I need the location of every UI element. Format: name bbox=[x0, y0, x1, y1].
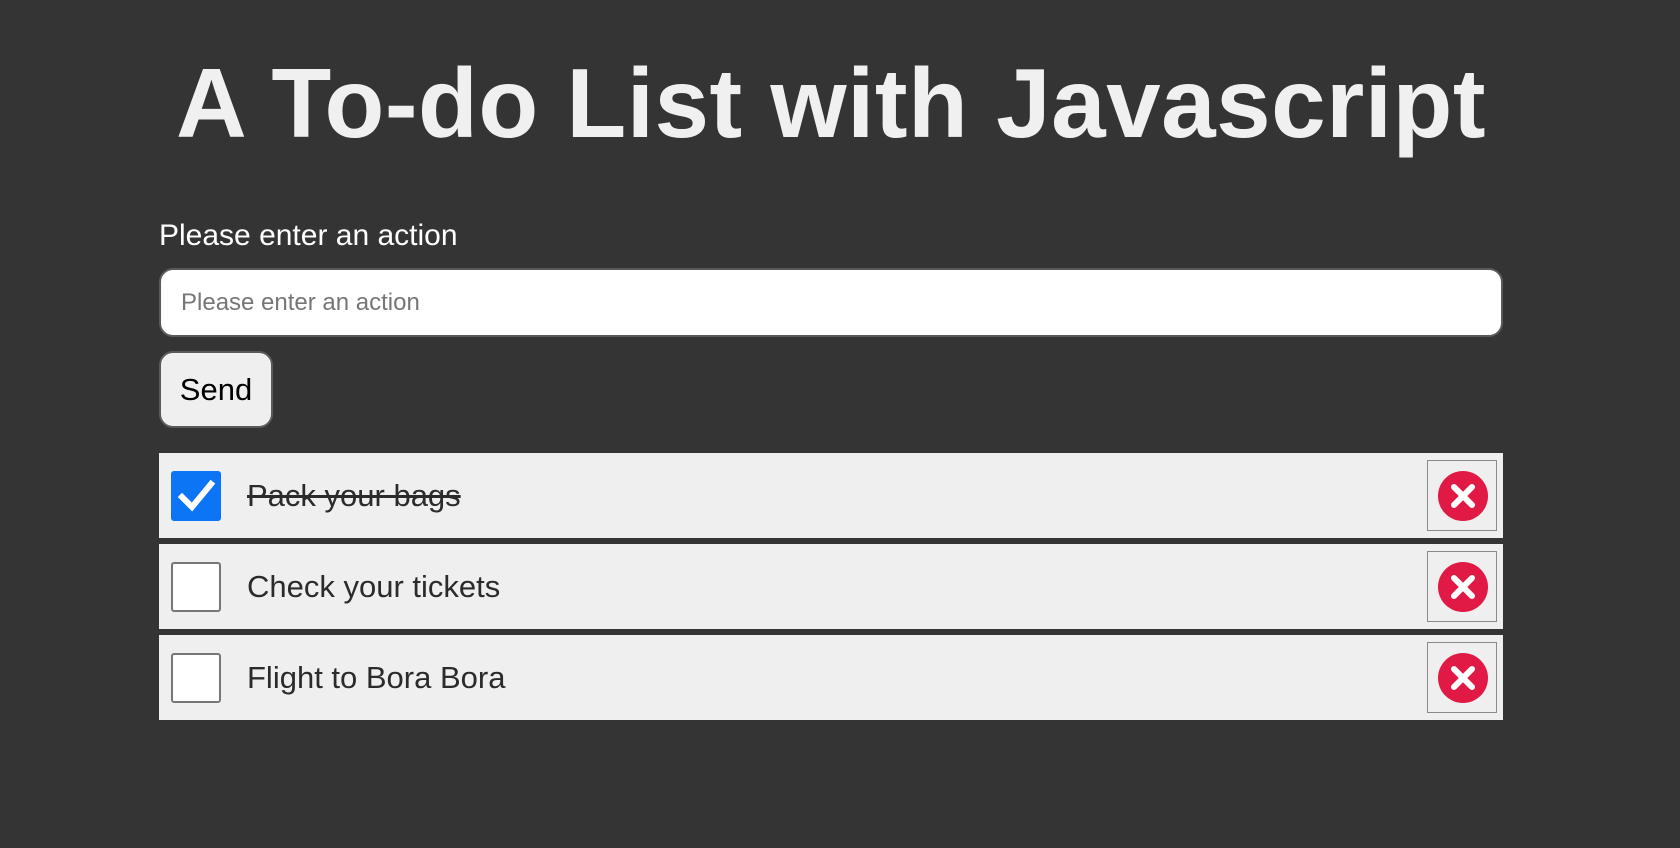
close-circle-icon bbox=[1438, 562, 1488, 612]
action-input-label: Please enter an action bbox=[159, 219, 458, 252]
send-button[interactable]: Send bbox=[159, 351, 273, 428]
todo-item: Pack your bags bbox=[159, 453, 1503, 538]
todo-text: Check your tickets bbox=[247, 569, 501, 604]
delete-button[interactable] bbox=[1427, 460, 1497, 531]
todo-checkbox[interactable] bbox=[171, 653, 221, 703]
todo-checkbox[interactable] bbox=[171, 562, 221, 612]
todo-list: Pack your bags Check your tickets Flight… bbox=[159, 453, 1503, 726]
check-icon bbox=[177, 479, 216, 512]
close-circle-icon bbox=[1438, 471, 1488, 521]
close-circle-icon bbox=[1438, 653, 1488, 703]
todo-text: Pack your bags bbox=[247, 478, 461, 513]
delete-button[interactable] bbox=[1427, 642, 1497, 713]
action-input[interactable] bbox=[159, 268, 1503, 337]
delete-button[interactable] bbox=[1427, 551, 1497, 622]
todo-text: Flight to Bora Bora bbox=[247, 660, 506, 695]
todo-checkbox[interactable] bbox=[171, 471, 221, 521]
todo-item: Flight to Bora Bora bbox=[159, 635, 1503, 720]
page-title: A To-do List with Javascript bbox=[176, 48, 1486, 158]
todo-item: Check your tickets bbox=[159, 544, 1503, 629]
